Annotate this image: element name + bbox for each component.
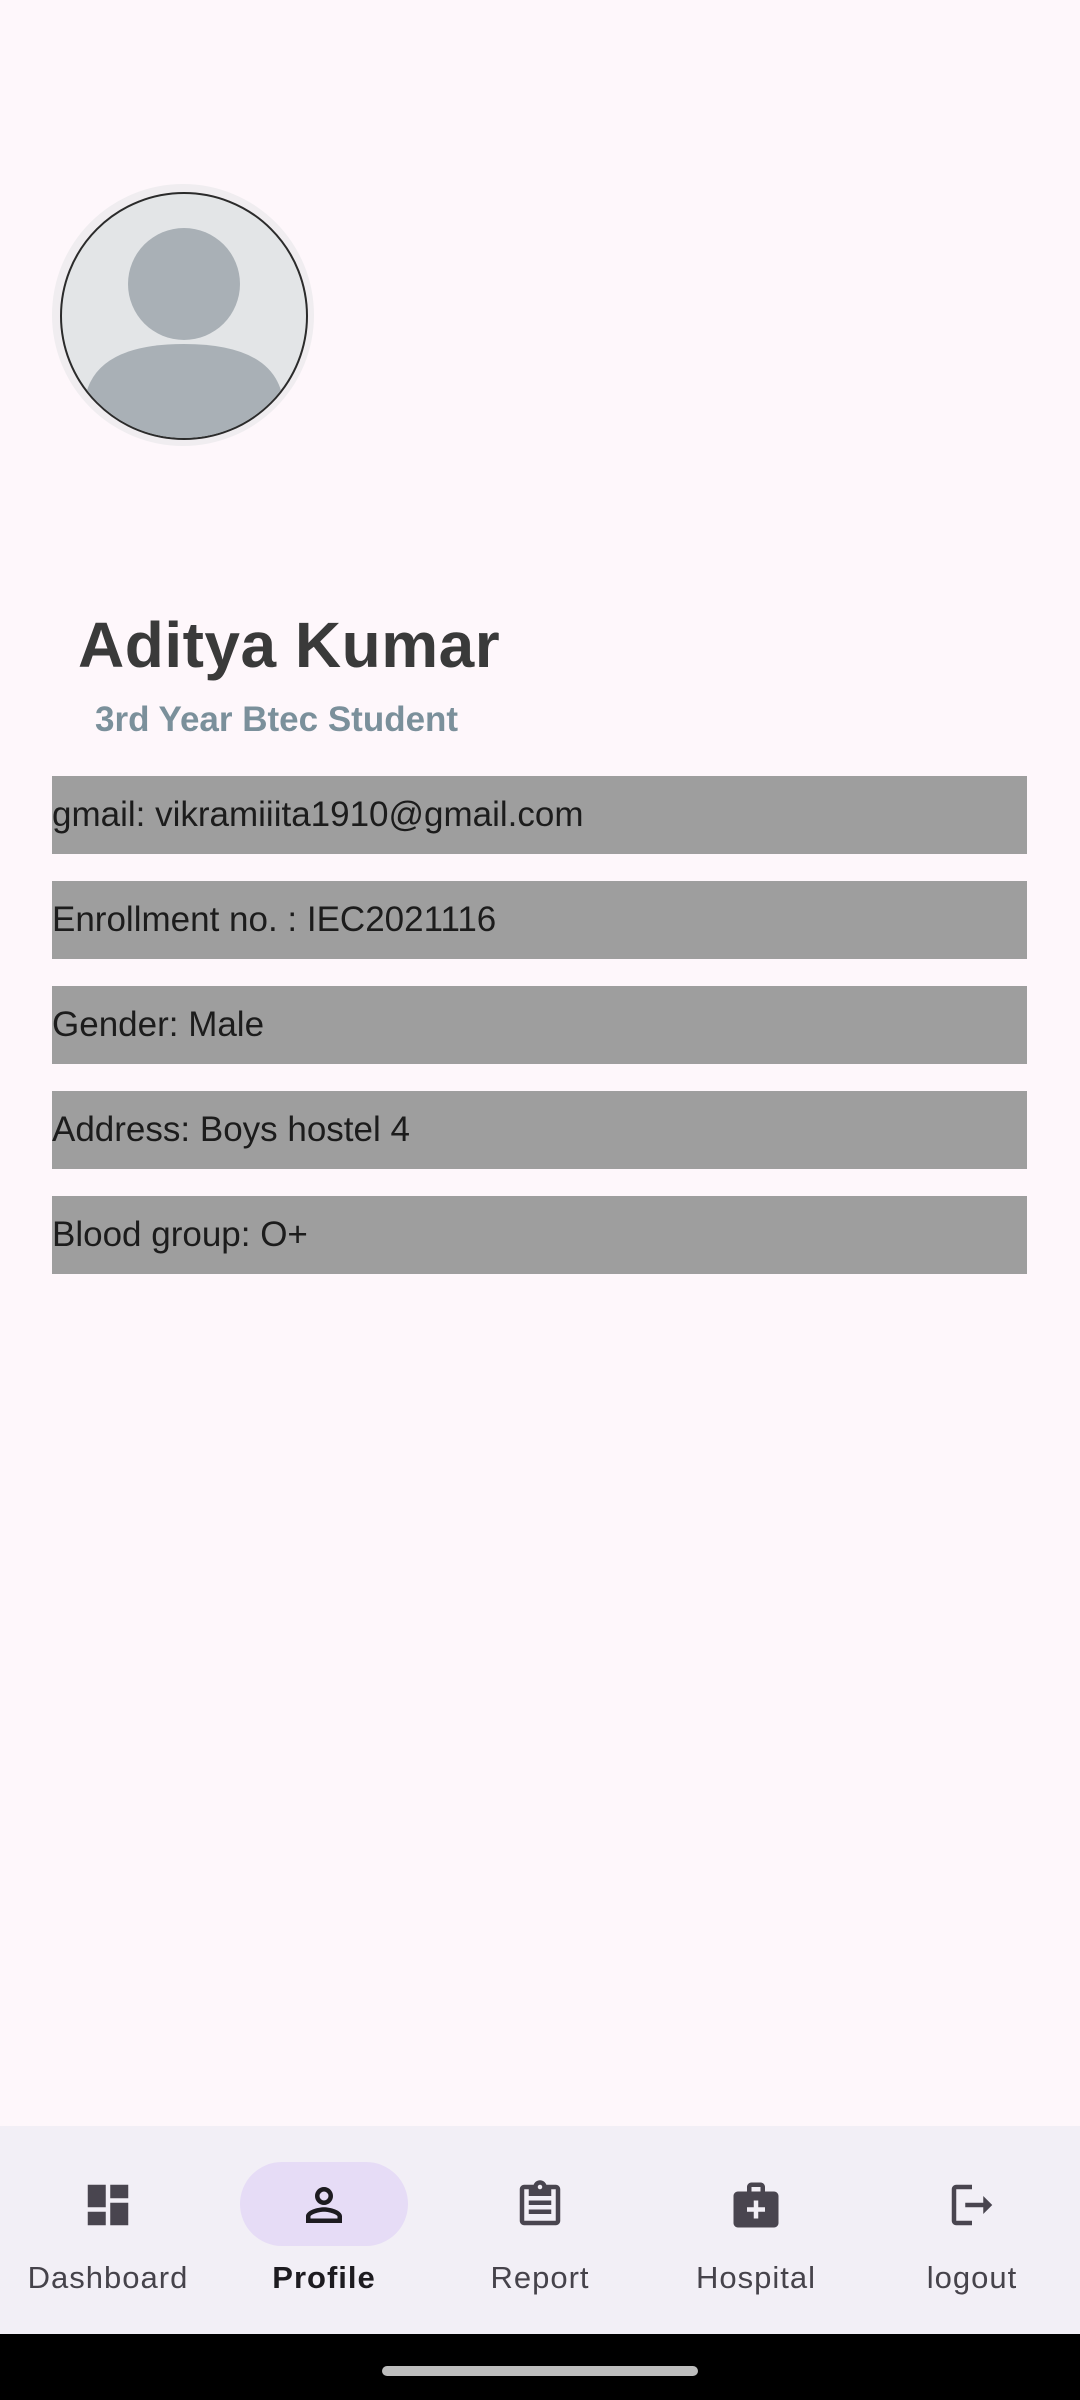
profile-name: Aditya Kumar (78, 609, 501, 681)
profile-info-list: gmail: vikramiiita1910@gmail.com Enrollm… (52, 776, 1027, 1301)
avatar-container[interactable] (52, 184, 314, 446)
nav-label-dashboard: Dashboard (27, 2260, 189, 2295)
dashboard-icon (87, 2184, 129, 2226)
nav-item-logout[interactable]: logout (864, 2126, 1080, 2334)
medical-bag-icon (733, 2182, 779, 2228)
nav-label-logout: logout (926, 2260, 1018, 2295)
info-row-enrollment: Enrollment no. : IEC2021116 (52, 881, 1027, 959)
nav-item-hospital[interactable]: Hospital (648, 2126, 864, 2334)
nav-item-dashboard[interactable]: Dashboard (0, 2126, 216, 2334)
nav-label-report: Report (490, 2260, 590, 2295)
info-row-address: Address: Boys hostel 4 (52, 1091, 1027, 1169)
system-navigation-bar (0, 2334, 1080, 2400)
nav-label-profile: Profile (272, 2260, 376, 2295)
info-row-gender: Gender: Male (52, 986, 1027, 1064)
home-gesture-handle[interactable] (382, 2366, 698, 2376)
avatar (60, 192, 308, 440)
clipboard-icon (519, 2180, 561, 2226)
profile-subtitle: 3rd Year Btec Student (95, 700, 459, 739)
bottom-navigation-bar: Dashboard Profile Report Hospital logout (0, 2126, 1080, 2334)
avatar-placeholder-icon (84, 228, 284, 438)
info-row-email: gmail: vikramiiita1910@gmail.com (52, 776, 1027, 854)
nav-item-report[interactable]: Report (432, 2126, 648, 2334)
logout-icon (951, 2184, 993, 2226)
nav-label-hospital: Hospital (696, 2260, 816, 2295)
info-row-blood-group: Blood group: O+ (52, 1196, 1027, 1274)
nav-item-profile[interactable]: Profile (216, 2126, 432, 2334)
person-icon (306, 2187, 342, 2223)
status-bar (0, 0, 1080, 110)
